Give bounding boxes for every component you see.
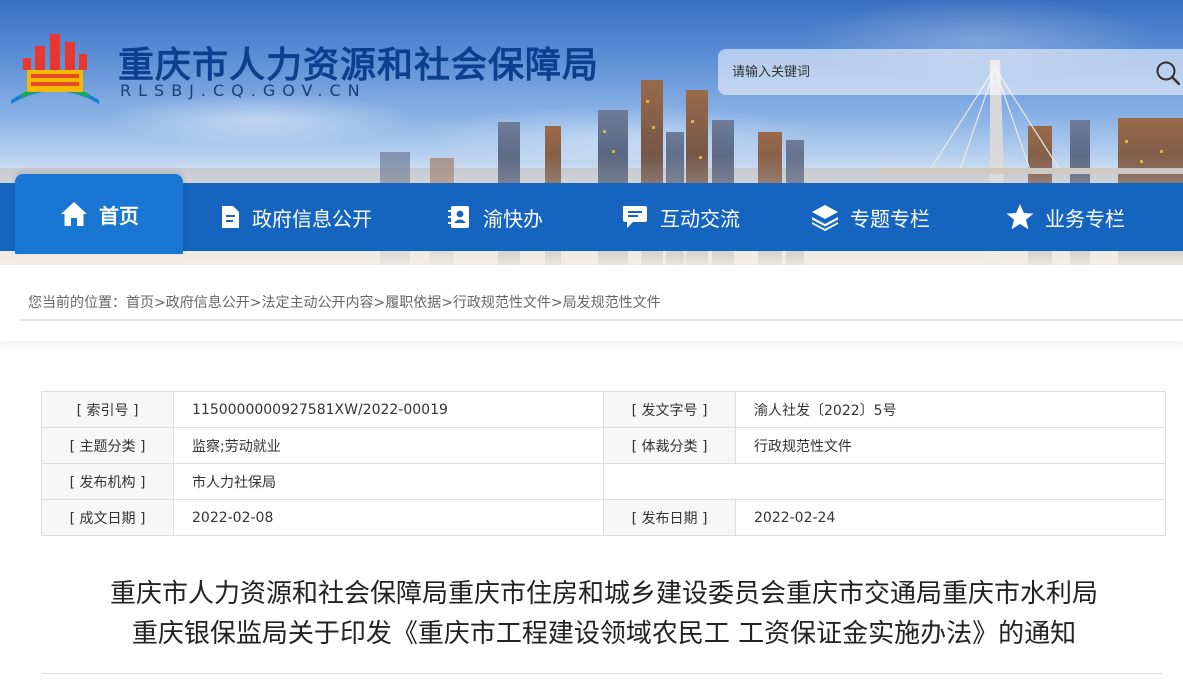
- site-domain: RLSBJ.CQ.GOV.CN: [120, 81, 367, 100]
- meta-key: [ 体裁分类 ]: [603, 427, 736, 464]
- search-button[interactable]: [1154, 59, 1182, 87]
- breadcrumb-separator: >: [550, 295, 563, 311]
- layers-icon: [812, 205, 838, 231]
- meta-key: [ 发文字号 ]: [603, 391, 736, 428]
- breadcrumb-link[interactable]: 首页: [126, 295, 154, 311]
- contacts-icon: [448, 206, 469, 228]
- home-icon: [61, 202, 87, 226]
- breadcrumb-link[interactable]: 行政规范性文件: [453, 295, 551, 311]
- meta-value: 1150000000927581XW/2022-00019: [173, 391, 604, 428]
- breadcrumb-separator: >: [249, 295, 262, 311]
- table-row: [ 发布机构 ] 市人力社保局: [41, 463, 1166, 500]
- nav-label: 互动交流: [660, 206, 740, 231]
- breadcrumb-container: 您当前的位置：首页>政府信息公开>法定主动公开内容>履职依据>行政规范性文件>局…: [20, 285, 1183, 321]
- breadcrumb-link[interactable]: 局发规范性文件: [563, 295, 661, 311]
- meta-value: 行政规范性文件: [735, 427, 1166, 464]
- search-input[interactable]: [732, 49, 1142, 95]
- nav-label: 专题专栏: [850, 206, 930, 231]
- nav-item-gov-info[interactable]: 政府信息公开: [200, 183, 390, 251]
- meta-value: 渝人社发〔2022〕5号: [735, 391, 1166, 428]
- nav-label: 政府信息公开: [252, 206, 372, 231]
- meta-key: [ 发布机构 ]: [41, 463, 174, 500]
- nav-label: 业务专栏: [1045, 206, 1125, 231]
- search-icon: [1156, 61, 1181, 86]
- meta-key: [ 成文日期 ]: [41, 499, 174, 536]
- divider: [42, 673, 1162, 674]
- meta-value: 监察;劳动就业: [173, 427, 604, 464]
- breadcrumb: 您当前的位置：首页>政府信息公开>法定主动公开内容>履职依据>行政规范性文件>局…: [28, 292, 661, 312]
- chat-icon: [623, 206, 647, 228]
- breadcrumb-bar: 您当前的位置：首页>政府信息公开>法定主动公开内容>履职依据>行政规范性文件>局…: [0, 265, 1183, 341]
- site-logo-icon: [11, 34, 99, 104]
- meta-value: 2022-02-08: [173, 499, 604, 536]
- breadcrumb-link[interactable]: 法定主动公开内容: [261, 295, 373, 311]
- nav-item-home[interactable]: 首页: [15, 174, 183, 254]
- article-title-line: 重庆银保监局关于印发《重庆市工程建设领域农民工 工资保证金实施办法》的通知: [131, 619, 1077, 649]
- search-box: [718, 49, 1183, 95]
- meta-key: [ 索引号 ]: [41, 391, 174, 428]
- breadcrumb-prefix: 您当前的位置：: [28, 295, 126, 311]
- breadcrumb-link[interactable]: 政府信息公开: [166, 295, 250, 311]
- nav-item-business[interactable]: 业务专栏: [985, 183, 1145, 251]
- meta-key: [ 发布日期 ]: [603, 499, 736, 536]
- article-title: 重庆市人力资源和社会保障局重庆市住房和城乡建设委员会重庆市交通局重庆市水利局 重…: [24, 574, 1183, 654]
- breadcrumb-separator: >: [373, 295, 386, 311]
- article-title-line: 重庆市人力资源和社会保障局重庆市住房和城乡建设委员会重庆市交通局重庆市水利局: [109, 579, 1098, 609]
- nav-label: 首页: [99, 203, 139, 228]
- meta-value: 市人力社保局: [173, 463, 604, 500]
- meta-key: [ 主题分类 ]: [41, 427, 174, 464]
- nav-item-topics[interactable]: 专题专栏: [790, 183, 950, 251]
- main-nav: 首页 政府信息公开 渝快办 互动交流 专题专栏 业务专栏: [0, 174, 1183, 254]
- nav-item-yukuaiban[interactable]: 渝快办: [420, 183, 570, 251]
- meta-value: 2022-02-24: [735, 499, 1166, 536]
- document-icon: [222, 206, 239, 228]
- star-icon: [1006, 204, 1034, 230]
- breadcrumb-link[interactable]: 履职依据: [385, 295, 441, 311]
- breadcrumb-separator: >: [154, 295, 166, 311]
- meta-empty-cell: [603, 463, 1166, 500]
- nav-item-interaction[interactable]: 互动交流: [600, 183, 760, 251]
- table-row: [ 索引号 ] 1150000000927581XW/2022-00019 [ …: [41, 391, 1166, 428]
- nav-label: 渝快办: [483, 206, 543, 231]
- document-meta-table: [ 索引号 ] 1150000000927581XW/2022-00019 [ …: [41, 391, 1166, 536]
- breadcrumb-separator: >: [441, 295, 453, 311]
- table-row: [ 成文日期 ] 2022-02-08 [ 发布日期 ] 2022-02-24: [41, 499, 1166, 536]
- table-row: [ 主题分类 ] 监察;劳动就业 [ 体裁分类 ] 行政规范性文件: [41, 427, 1166, 464]
